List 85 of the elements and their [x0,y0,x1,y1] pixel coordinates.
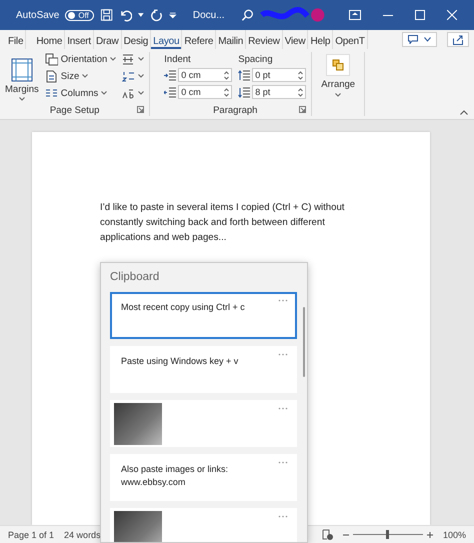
caret-icon [138,91,144,95]
zoom-out-icon[interactable] [342,532,349,538]
more-options-icon[interactable] [278,353,288,356]
undo-icon[interactable] [119,8,132,22]
redo-icon[interactable] [150,8,164,22]
caret-icon [138,57,144,61]
caret-icon [138,74,144,78]
line-numbers-button[interactable] [122,69,144,83]
dialog-launcher-icon[interactable] [137,106,144,113]
clipboard-item[interactable]: Most recent copy using Ctrl + c [110,292,297,339]
indent-right-field[interactable]: 0 cm [178,85,232,99]
page-break-icon [122,52,136,66]
spacing-after-field[interactable]: 8 pt [252,85,306,99]
clipboard-title: Clipboard [110,271,160,283]
redaction-scribble-icon [260,6,326,24]
save-icon[interactable] [100,8,114,22]
close-icon[interactable] [446,10,457,20]
zoom-slider-thumb[interactable] [386,530,390,539]
autosave-toggle[interactable]: Off [65,10,94,20]
indent-left-field[interactable]: 0 cm [178,68,232,82]
indent-label: Indent [164,54,192,65]
group-label: Paragraph [213,104,258,116]
document-paragraph: I’d like to paste in several items I copied (Ctrl + C) without constantly switching back and forth between different applications and web pages... [100,201,346,245]
indent-left-icon [164,70,176,80]
share-button[interactable] [447,32,469,47]
clipboard-item[interactable] [110,400,297,447]
dialog-launcher-icon[interactable] [299,106,306,113]
clipboard-item[interactable]: Also paste images or links: www.ebbsy.com [110,454,297,501]
caret-icon [101,91,108,95]
clipboard-item-text: Paste using Windows key + v [121,356,238,366]
caret-icon [18,97,25,101]
page-count: Page 1 of 1 [8,530,54,540]
comments-button[interactable] [402,32,437,47]
word-count: 24 words [64,530,101,540]
line-numbers-icon [122,70,136,82]
caret-icon [110,57,116,61]
spin-arrows-icon[interactable] [298,70,304,80]
maximize-icon[interactable] [414,10,425,20]
comment-icon [408,35,418,44]
page-size-icon [44,70,58,82]
zoom-percent[interactable]: 100% [442,530,466,540]
spacing-before-icon [238,70,250,80]
margins-button[interactable]: Margins [5,52,39,104]
autosave-label: AutoSave [16,10,60,20]
indent-right-icon [164,86,176,98]
spacing-after-icon [238,86,250,98]
accessibility-check-icon[interactable] [322,529,333,540]
more-options-icon[interactable] [278,461,288,464]
orientation-button[interactable]: Orientation [44,52,116,66]
document-title[interactable]: Docu... [192,10,225,20]
arrange-button[interactable]: Arrange [317,52,360,99]
caret-icon [424,37,431,42]
more-options-icon[interactable] [278,299,288,302]
clipboard-item-text: Also paste images or links: www.ebbsy.com [121,464,228,487]
caret-icon[interactable] [138,12,144,18]
spin-arrows-icon[interactable] [298,88,304,96]
size-button[interactable]: Size [44,69,116,83]
clipboard-item-text: Most recent copy using Ctrl + c [121,302,245,312]
more-options-icon[interactable] [278,515,288,518]
customize-caret-icon[interactable] [169,11,177,19]
scrollbar-thumb[interactable] [303,307,305,377]
margins-icon [10,58,33,82]
spacing-before-field[interactable]: 0 pt [252,68,306,82]
page-orientation-icon [44,52,58,66]
breaks-button[interactable] [122,52,144,66]
columns-button[interactable]: Columns [44,86,116,100]
spin-arrows-icon[interactable] [224,88,230,96]
share-icon [453,34,463,44]
photo-placeholder [114,403,162,445]
caret-icon [335,93,342,97]
caret-icon [82,74,88,78]
clipboard-item[interactable] [110,508,297,542]
search-icon[interactable] [240,8,254,22]
group-label: Page Setup [50,104,100,116]
hyphenation-icon [122,86,136,100]
ribbon-display-icon[interactable] [348,10,361,20]
zoom-in-icon[interactable] [426,532,433,538]
columns-icon [44,86,58,100]
spacing-label: Spacing [238,54,274,65]
photo-placeholder [114,511,162,542]
collapse-ribbon-icon[interactable] [460,110,468,115]
spin-arrows-icon[interactable] [224,70,230,80]
more-options-icon[interactable] [278,407,288,410]
arrange-icon [332,59,344,71]
clipboard-item[interactable]: Paste using Windows key + v [110,346,297,393]
